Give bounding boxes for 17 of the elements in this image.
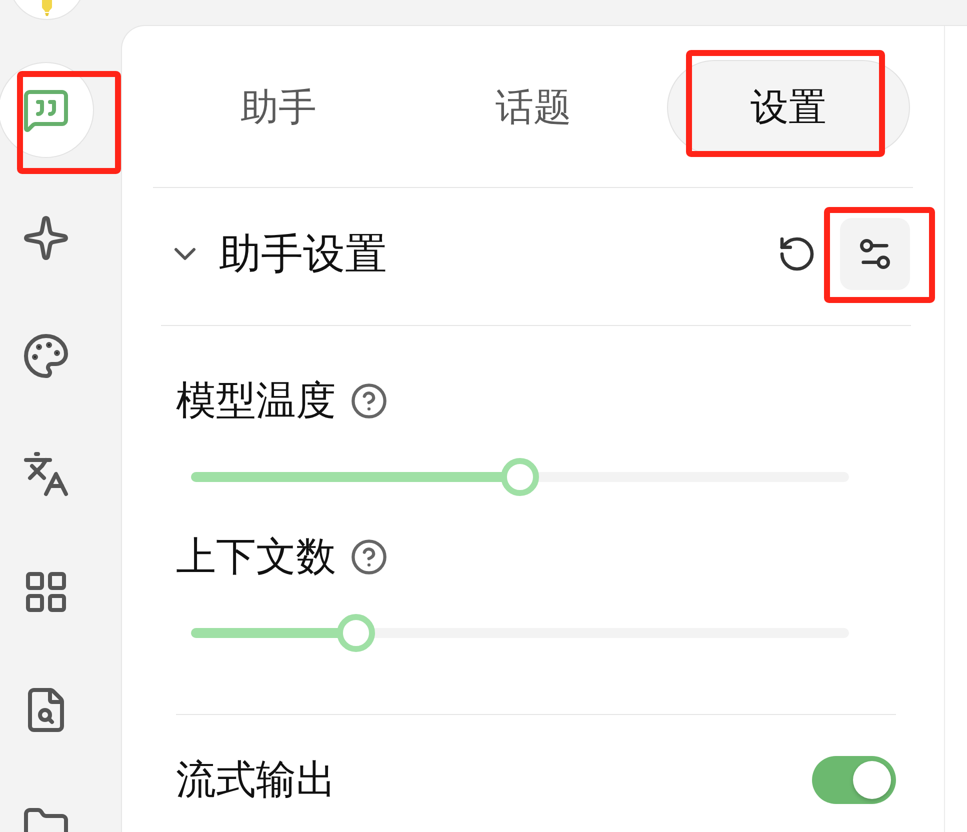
toggle-switch[interactable] xyxy=(812,756,896,804)
help-icon[interactable] xyxy=(350,538,388,576)
translate-icon xyxy=(22,450,70,498)
slider-track[interactable] xyxy=(191,614,849,652)
setting-label: 模型温度 xyxy=(176,381,336,421)
tab[interactable]: 话题 xyxy=(412,60,655,155)
setting-label: 流式输出 xyxy=(176,760,336,800)
palette-icon xyxy=(22,332,70,380)
setting-label: 上下文数 xyxy=(176,537,336,577)
tab[interactable]: 助手 xyxy=(157,60,400,155)
slider-thumb[interactable] xyxy=(501,458,539,496)
slider-thumb[interactable] xyxy=(336,614,374,652)
help-icon[interactable] xyxy=(350,382,388,420)
slider-track[interactable] xyxy=(191,458,849,496)
section-title: 助手设置 xyxy=(219,233,387,275)
options-button[interactable] xyxy=(840,218,910,290)
sparkle-icon xyxy=(22,214,70,262)
